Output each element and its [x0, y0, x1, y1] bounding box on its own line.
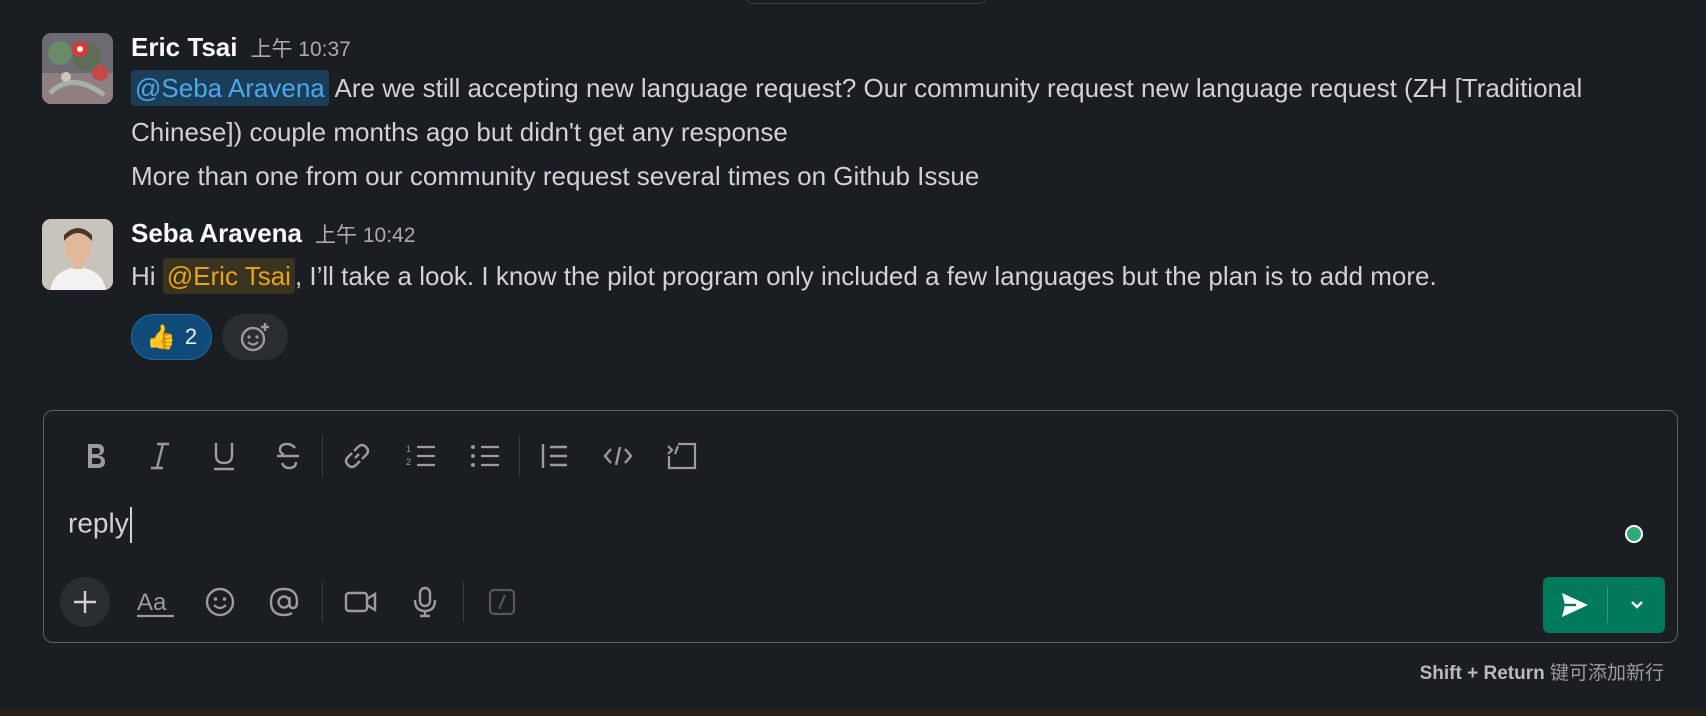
code-button[interactable]	[586, 433, 650, 479]
reaction-thumbs-up[interactable]: 👍 2	[131, 314, 213, 360]
formatting-icon: Aa	[137, 589, 174, 618]
send-button-group	[1543, 577, 1665, 633]
message-prefix: Hi	[131, 261, 163, 291]
bulleted-list-button[interactable]	[453, 433, 517, 479]
timestamp[interactable]: 上午 10:37	[250, 33, 350, 63]
author-name[interactable]: Seba Aravena	[131, 218, 302, 249]
plus-icon	[74, 591, 96, 613]
mention-link[interactable]: @Seba Aravena	[131, 70, 329, 106]
svg-text:Aa: Aa	[137, 589, 167, 616]
thumbs-up-icon: 👍	[146, 323, 176, 351]
svg-text:2: 2	[406, 457, 411, 467]
author-name[interactable]: Eric Tsai	[131, 32, 237, 63]
message-line-2: More than one from our community request…	[131, 161, 980, 191]
code-block-button[interactable]	[650, 433, 714, 479]
hint-shortcut: Shift + Return	[1419, 663, 1545, 684]
video-icon	[344, 591, 377, 613]
emoji-button[interactable]	[188, 577, 252, 627]
top-edge	[745, 0, 987, 4]
underline-icon	[214, 443, 234, 471]
presence-indicator	[1625, 525, 1643, 543]
underline-button[interactable]	[192, 433, 256, 479]
message-text: Hi @Eric Tsai, I’ll take a look. I know …	[131, 254, 1641, 298]
svg-text:1: 1	[406, 444, 411, 454]
italic-button[interactable]	[128, 433, 192, 479]
message-text: @Seba Aravena Are we still accepting new…	[131, 66, 1641, 198]
shortcuts-icon	[488, 588, 516, 616]
avatar[interactable]	[42, 219, 113, 290]
toolbar-divider	[322, 436, 323, 476]
message-composer: 12 reply Aa	[43, 410, 1678, 643]
message-input[interactable]: reply	[68, 507, 132, 543]
composer-actions: Aa	[60, 577, 534, 627]
reactions-bar: 👍 2	[131, 314, 289, 360]
link-icon	[344, 443, 370, 469]
ordered-list-button[interactable]: 12	[389, 433, 453, 479]
formatting-toolbar: 12	[64, 433, 714, 479]
audio-clip-button[interactable]	[393, 577, 457, 627]
hint-text: 键可添加新行	[1544, 663, 1664, 684]
mention-link[interactable]: @Eric Tsai	[162, 258, 295, 294]
toolbar-divider	[463, 582, 464, 622]
ordered-list-icon: 12	[406, 444, 435, 467]
mention-icon	[269, 587, 299, 617]
schedule-send-button[interactable]	[1608, 577, 1665, 633]
mention-button[interactable]	[252, 577, 316, 627]
chevron-down-icon	[1630, 601, 1643, 609]
code-block-icon	[667, 442, 697, 470]
bulleted-list-icon	[471, 445, 499, 467]
shortcuts-button[interactable]	[470, 577, 534, 627]
send-button[interactable]	[1543, 577, 1607, 633]
strikethrough-button[interactable]	[256, 433, 320, 479]
bold-button[interactable]	[64, 433, 128, 479]
toolbar-divider	[322, 582, 323, 622]
reaction-count: 2	[184, 324, 198, 349]
microphone-icon	[413, 586, 437, 618]
blockquote-icon	[541, 444, 567, 468]
add-reaction-button[interactable]	[222, 314, 289, 360]
formatting-toggle-button[interactable]: Aa	[124, 577, 188, 627]
bottom-strip	[0, 710, 1706, 716]
avatar[interactable]	[42, 33, 113, 104]
emoji-icon	[205, 587, 235, 617]
attach-button[interactable]	[60, 577, 110, 627]
text-caret	[129, 507, 132, 543]
bold-icon	[88, 444, 105, 468]
strikethrough-icon	[277, 442, 299, 470]
blockquote-button[interactable]	[522, 433, 586, 479]
message-line-1: Are we still accepting new language requ…	[131, 73, 1583, 147]
video-button[interactable]	[329, 577, 393, 627]
timestamp[interactable]: 上午 10:42	[315, 219, 415, 249]
newline-hint: Shift + Return 键可添加新行	[1420, 658, 1664, 685]
message-input-value: reply	[68, 507, 129, 539]
toolbar-divider	[519, 436, 520, 476]
link-button[interactable]	[325, 433, 389, 479]
code-icon	[603, 446, 633, 466]
italic-icon	[151, 442, 169, 470]
add-emoji-icon	[240, 323, 270, 352]
message-rest: , I’ll take a look. I know the pilot pro…	[294, 261, 1437, 291]
send-icon	[1562, 593, 1588, 617]
